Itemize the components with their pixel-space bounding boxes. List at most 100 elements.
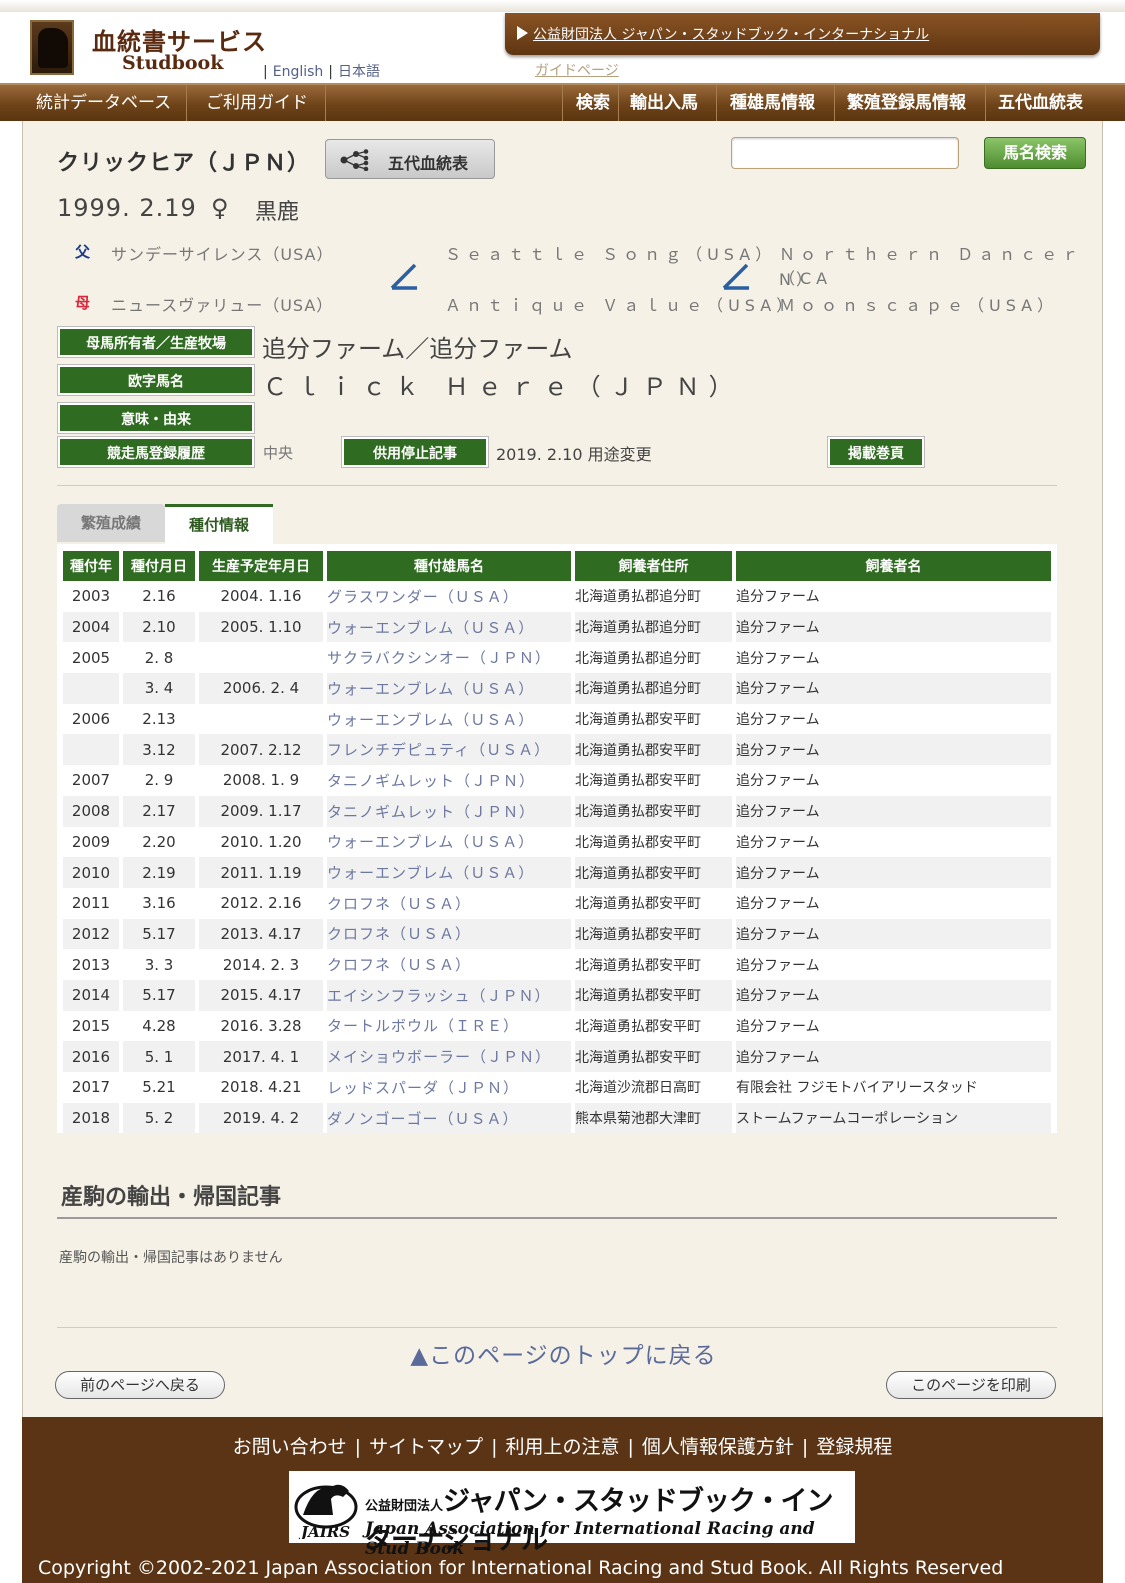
cell-mating-date: 2. 8 [123, 642, 195, 674]
cell-stallion-link[interactable]: ウォーエンブレム（ＵＳＡ） [327, 703, 571, 735]
five-gen-pedigree-button[interactable]: 五代血統表 [325, 139, 495, 179]
cell-mating-date: 2.13 [123, 703, 195, 735]
cell-keeper-name: 追分ファーム [736, 918, 1051, 950]
tab-breeding-results[interactable]: 繁殖成績 [57, 504, 165, 542]
dam-dam-link[interactable]: Ｍｏｏｎｓｃａｐｅ（USA） [779, 292, 1058, 316]
cell-stallion-link[interactable]: ダノンゴーゴー（ＵＳＡ） [327, 1102, 571, 1134]
horse-name-search-input[interactable] [731, 137, 959, 169]
footer-link-sitemap[interactable]: サイトマップ [369, 1436, 483, 1458]
cell-expected-birth: 2016. 3.28 [199, 1010, 323, 1042]
language-switcher: | English | 日本語 [258, 61, 380, 81]
cell-keeper-name: 追分ファーム [736, 765, 1051, 796]
logo-subtitle[interactable]: Studbook [122, 52, 223, 74]
nav-five-gen-pedigree[interactable]: 五代血統表 [985, 85, 1103, 121]
table-row: 2018 5. 2 2019. 4. 2 ダノンゴーゴー（ＵＳＡ） 熊本県菊池郡大津町ス… [63, 1102, 1051, 1134]
footer-link-contact[interactable]: お問い合わせ [233, 1436, 347, 1458]
cell-stallion-link[interactable]: サクラバクシンオー（ＪＰＮ） [327, 642, 571, 674]
cell-stallion-link[interactable]: ウォーエンブレム（ＵＳＡ） [327, 857, 571, 888]
cell-mating-date: 4.28 [123, 1010, 195, 1042]
roman-name-value: Ｃｌｉｃｋ Ｈｅｒｅ（ＪＰＮ） [263, 373, 742, 401]
nav-import-export-horses[interactable]: 輸出入馬 [618, 85, 716, 121]
cell-stallion-link[interactable]: クロフネ（ＵＳＡ） [327, 918, 571, 950]
cell-stallion-link[interactable]: ウォーエンブレム（ＵＳＡ） [327, 673, 571, 704]
race-history-value: 中央 [263, 444, 294, 462]
cell-expected-birth: 2009. 1.17 [199, 795, 323, 827]
horse-name-search-button[interactable]: 馬名検索 [984, 137, 1086, 169]
col-stallion-name: 種付雄馬名 [327, 551, 571, 581]
nav-user-guide[interactable]: ご利用ガイド [188, 85, 326, 121]
cell-keeper-name: 追分ファーム [736, 795, 1051, 827]
cell-stallion-link[interactable]: エイシンフラッシュ（ＪＰＮ） [327, 979, 571, 1011]
footer-separator: | [354, 1436, 362, 1458]
cell-keeper-address: 北海道勇払郡追分町 [575, 642, 732, 674]
table-row: 3. 4 2006. 2. 4 ウォーエンブレム（ＵＳＡ） 北海道勇払郡追分町 追分ファ… [63, 673, 1051, 704]
cell-keeper-name: 追分ファーム [736, 1010, 1051, 1042]
volume-page-button[interactable]: 掲載巻頁 [827, 436, 925, 468]
table-row: 2005 2. 8 サクラバクシンオー（ＪＰＮ） 北海道勇払郡追分町 追分ファーム [63, 642, 1051, 674]
dam-name-link[interactable]: ニュースヴァリュー（USA） [111, 292, 333, 316]
cell-keeper-name: 追分ファーム [736, 673, 1051, 704]
horse-silhouette-icon [38, 28, 68, 68]
cell-stallion-link[interactable]: フレンチデピュティ（ＵＳＡ） [327, 734, 571, 766]
sire-dam-link[interactable]: Ｎｏｒｔｈｅｒｎ Ｄａｎｃｅｒ（CA [779, 241, 1102, 289]
tab-mating-info[interactable]: 種付情報 [165, 504, 273, 545]
cell-expected-birth: 2019. 4. 2 [199, 1102, 323, 1134]
cell-stallion-link[interactable]: レッドスパーダ（ＪＰＮ） [327, 1072, 571, 1103]
nav-statistics-database[interactable]: 統計データベース [22, 85, 187, 121]
print-page-button[interactable]: このページを印刷 [886, 1371, 1056, 1399]
previous-page-button[interactable]: 前のページへ戻る [55, 1371, 225, 1399]
cell-keeper-address: 熊本県菊池郡大津町 [575, 1102, 732, 1134]
cell-keeper-address: 北海道勇払郡追分町 [575, 581, 732, 612]
cell-mating-date: 2.19 [123, 857, 195, 888]
footer-link-registration-rules[interactable]: 登録規程 [816, 1436, 892, 1458]
table-row: 2006 2.13 ウォーエンブレム（ＵＳＡ） 北海道勇払郡安平町 追分ファーム [63, 703, 1051, 735]
cell-stallion-link[interactable]: ウォーエンブレム（ＵＳＡ） [327, 826, 571, 858]
cell-keeper-address: 北海道勇払郡安平町 [575, 703, 732, 735]
cell-keeper-name: 追分ファーム [736, 581, 1051, 612]
cell-expected-birth: 2010. 1.20 [199, 826, 323, 858]
jairs-banner[interactable]: 公益財団法人 ジャパン・スタッドブック・インターナショナル [505, 13, 1100, 55]
guide-page-link[interactable]: ガイドページ [535, 60, 619, 80]
dam-key: 母 [75, 294, 91, 312]
top-stripe [0, 0, 1125, 12]
cell-mating-year: 2012 [63, 918, 119, 950]
cell-stallion-link[interactable]: ウォーエンブレム（ＵＳＡ） [327, 611, 571, 643]
sire-dam-wrap-text[interactable]: N） [779, 266, 817, 290]
lang-japanese-link[interactable]: 日本語 [338, 64, 380, 80]
cell-stallion-link[interactable]: クロフネ（ＵＳＡ） [327, 887, 571, 919]
footer-link-privacy[interactable]: 個人情報保護方針 [642, 1436, 794, 1458]
cell-keeper-name: 追分ファーム [736, 734, 1051, 766]
cell-expected-birth: 2014. 2. 3 [199, 949, 323, 980]
nav-stallion-info[interactable]: 種雄馬情報 [716, 85, 834, 121]
lang-english-link[interactable]: English [273, 64, 324, 80]
nav-broodmare-info[interactable]: 繁殖登録馬情報 [834, 85, 985, 121]
cell-expected-birth: 2006. 2. 4 [199, 673, 323, 704]
sire-key: 父 [75, 243, 91, 261]
jairs-link[interactable]: 公益財団法人 ジャパン・スタッドブック・インターナショナル [533, 27, 929, 43]
col-keeper-address: 飼養者住所 [575, 551, 732, 581]
cell-stallion-link[interactable]: グラスワンダー（ＵＳＡ） [327, 581, 571, 612]
cell-stallion-link[interactable]: クロフネ（ＵＳＡ） [327, 949, 571, 980]
cell-stallion-link[interactable]: タートルボウル（ＩＲＥ） [327, 1010, 571, 1042]
footer-link-terms[interactable]: 利用上の注意 [505, 1436, 619, 1458]
lang-separator: | [328, 64, 333, 80]
export-section-heading: 産駒の輸出・帰国記事 [61, 1185, 282, 1210]
cell-keeper-name: ストームファームコーポレーション [736, 1102, 1051, 1134]
cell-mating-date: 2. 9 [123, 765, 195, 796]
cell-mating-year [63, 673, 119, 704]
roman-name-label: 欧字馬名 [57, 364, 255, 396]
back-to-top-link[interactable]: ▲このページのトップに戻る [23, 1336, 1104, 1370]
cell-expected-birth: 2005. 1.10 [199, 611, 323, 643]
jairs-logo[interactable]: JAIRS 公益財団法人ジャパン・スタッドブック・インターナショナル Japan… [289, 1471, 855, 1559]
cell-stallion-link[interactable]: タニノギムレット（ＪＰＮ） [327, 795, 571, 827]
cell-keeper-address: 北海道勇払郡安平町 [575, 918, 732, 950]
cell-stallion-link[interactable]: メイショウボーラー（ＪＰＮ） [327, 1041, 571, 1072]
sire-name-link[interactable]: サンデーサイレンス（USA） [111, 241, 333, 265]
dam-sire-link[interactable]: Ａｎｔｉｑｕｅ Ｖａｌｕｅ（USA） [445, 292, 797, 316]
cell-stallion-link[interactable]: タニノギムレット（ＪＰＮ） [327, 765, 571, 796]
cell-expected-birth: 2004. 1.16 [199, 581, 323, 612]
studbook-logo-icon[interactable] [30, 20, 74, 75]
main-nav: 統計データベース ご利用ガイド 検索 輸出入馬 種雄馬情報 繁殖登録馬情報 五代… [0, 83, 1125, 121]
cell-keeper-address: 北海道勇払郡安平町 [575, 887, 732, 919]
nav-search[interactable]: 検索 [562, 85, 618, 121]
